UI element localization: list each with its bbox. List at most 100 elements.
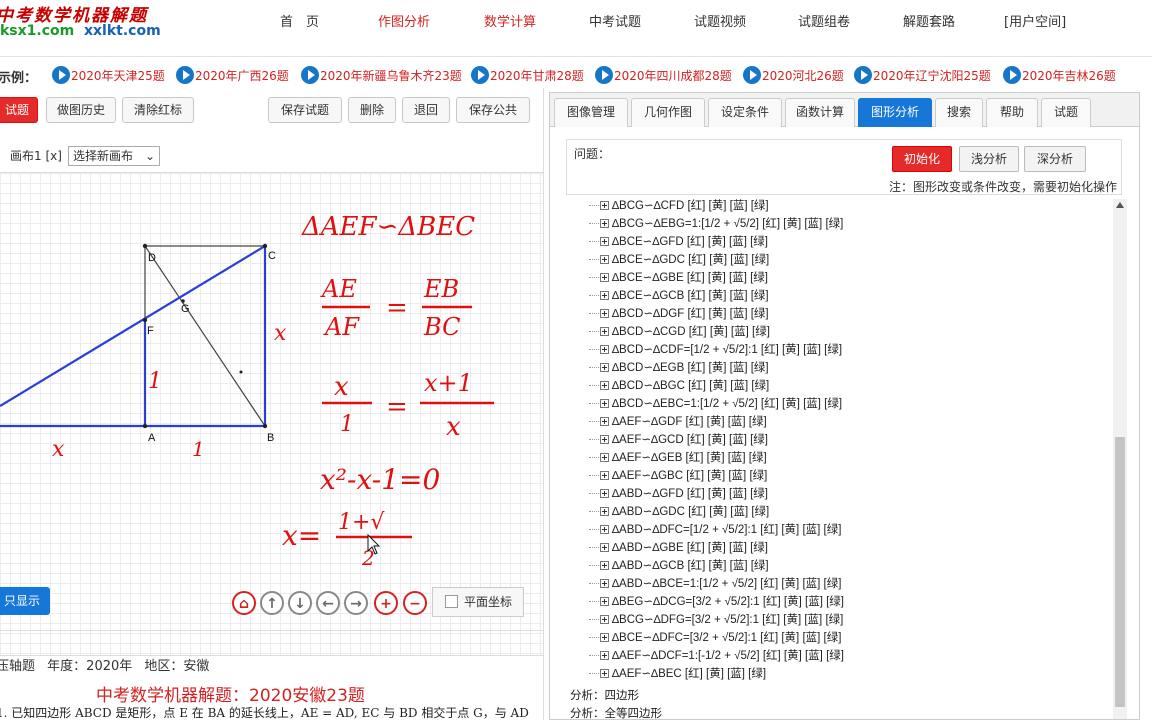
nav-exam-questions[interactable]: 中考试题 (589, 11, 641, 30)
clear-red-marks-button[interactable]: 清除红标 (122, 97, 194, 123)
tree-row[interactable]: ∆ABD∽∆GFD [红] [黄] [蓝] [绿] (570, 485, 768, 503)
right-icon[interactable]: → (344, 591, 368, 615)
tab-figure-analysis[interactable]: 图形分析 (858, 98, 932, 127)
back-button[interactable]: 退回 (402, 97, 450, 123)
tab-set-conditions[interactable]: 设定条件 (708, 98, 782, 127)
scroll-up-icon[interactable] (1116, 202, 1124, 208)
tree-row[interactable]: ∆AEF∽∆GDF [红] [黄] [蓝] [绿] (570, 413, 767, 431)
tree-row[interactable]: ∆ABD∽∆GBE [红] [黄] [蓝] [绿] (570, 539, 768, 557)
show-only-button[interactable]: 只显示 (0, 587, 50, 615)
example-link[interactable]: 2020年新疆乌鲁木齐23题 (301, 66, 462, 86)
tree-row[interactable]: ∆ABD∽∆DFC=[1/2 + √5/2]:1 [红] [黄] [蓝] [绿] (570, 521, 841, 539)
tree-row[interactable]: ∆BCD∽∆CGD [红] [黄] [蓝] [绿] (570, 323, 770, 341)
expand-icon[interactable] (600, 201, 609, 211)
save-public-button[interactable]: 保存公共 (456, 97, 530, 123)
up-icon[interactable]: ↑ (260, 591, 284, 615)
expand-icon[interactable] (600, 669, 609, 679)
test-button[interactable]: 试题 (0, 97, 38, 123)
tree-row[interactable]: ∆BCE∽∆GCB [红] [黄] [蓝] [绿] (570, 287, 769, 305)
tree-row[interactable]: ∆AEF∽∆DCF=1:[-1/2 + √5/2] [红] [黄] [蓝] [绿… (570, 647, 844, 665)
example-link[interactable]: 2020年天津25题 (52, 66, 165, 86)
tab-image-management[interactable]: 图像管理 (554, 98, 628, 127)
expand-icon[interactable] (600, 489, 609, 499)
example-link[interactable]: 2020年吉林26题 (1003, 66, 1116, 86)
left-icon[interactable]: ← (316, 591, 340, 615)
expand-icon[interactable] (600, 435, 609, 445)
tab-help[interactable]: 帮助 (986, 98, 1038, 127)
expand-icon[interactable] (600, 327, 609, 337)
expand-icon[interactable] (600, 543, 609, 553)
plane-coordinates-toggle[interactable]: 平面坐标 (432, 587, 524, 617)
expand-icon[interactable] (600, 561, 609, 571)
coordinates-checkbox[interactable] (445, 595, 458, 608)
tab-geometry-drawing[interactable]: 几何作图 (631, 98, 705, 127)
expand-icon[interactable] (600, 579, 609, 589)
tree-row[interactable]: ∆BCD∽∆DGF [红] [黄] [蓝] [绿] (570, 305, 769, 323)
deep-analysis-button[interactable]: 深分析 (1024, 146, 1086, 172)
tab-search[interactable]: 搜索 (935, 98, 983, 127)
example-link[interactable]: 2020河北26题 (743, 66, 844, 86)
tree-row[interactable]: ∆BCG∽∆DFG=[3/2 + √5/2]:1 [红] [黄] [蓝] [绿] (570, 611, 843, 629)
nav-user-space[interactable]: [用户空间] (1004, 11, 1066, 30)
expand-icon[interactable] (600, 633, 609, 643)
nav-drawing-analysis[interactable]: 作图分析 (378, 11, 430, 30)
tree-row[interactable]: ∆BCD∽∆EBC=1:[1/2 + √5/2] [红] [黄] [蓝] [绿] (570, 395, 842, 413)
tree-row[interactable]: ∆ABD∽∆GDC [红] [黄] [蓝] [绿] (570, 503, 769, 521)
initialize-button[interactable]: 初始化 (892, 146, 952, 172)
tree-group[interactable]: 分析：全等四边形 (570, 705, 662, 719)
expand-icon[interactable] (600, 219, 609, 229)
tree-row[interactable]: ∆BCE∽∆GBE [红] [黄] [蓝] [绿] (570, 269, 768, 287)
tree-row[interactable]: ∆ABD∽∆GCB [红] [黄] [蓝] [绿] (570, 557, 769, 575)
canvas-select[interactable]: 选择新画布 ⌄ (68, 146, 160, 166)
expand-icon[interactable] (600, 525, 609, 535)
example-link[interactable]: 2020年四川成都28题 (595, 66, 732, 86)
tree-row[interactable]: ∆BEG∽∆DCG=[3/2 + √5/2]:1 [红] [黄] [蓝] [绿] (570, 593, 844, 611)
canvas-tab[interactable]: 画布1 [x] (10, 146, 62, 166)
expand-icon[interactable] (600, 255, 609, 265)
expand-icon[interactable] (600, 363, 609, 373)
home-icon[interactable]: ⌂ (232, 591, 256, 615)
zoom-out-icon[interactable]: − (403, 591, 427, 615)
nav-solution-methods[interactable]: 解题套路 (903, 11, 955, 30)
expand-icon[interactable] (600, 291, 609, 301)
point-f[interactable] (142, 317, 148, 323)
expand-icon[interactable] (600, 237, 609, 247)
tree-row[interactable]: ∆BCD∽∆BGC [红] [黄] [蓝] [绿] (570, 377, 769, 395)
tree-row[interactable]: ∆BCE∽∆GDC [红] [黄] [蓝] [绿] (570, 251, 769, 269)
expand-icon[interactable] (600, 309, 609, 319)
expand-icon[interactable] (600, 399, 609, 409)
expand-icon[interactable] (600, 345, 609, 355)
expand-icon[interactable] (600, 651, 609, 661)
point-a[interactable] (142, 423, 148, 429)
expand-icon[interactable] (600, 417, 609, 427)
example-link[interactable]: 2020年甘肃28题 (471, 66, 584, 86)
nav-math-calc[interactable]: 数学计算 (484, 11, 536, 30)
point-d[interactable] (142, 243, 148, 249)
nav-compose-paper[interactable]: 试题组卷 (798, 11, 850, 30)
tree-row[interactable]: ∆AEF∽∆BEC [红] [黄] [蓝] [绿] (570, 665, 766, 683)
tree-row[interactable]: ∆BCE∽∆GFD [红] [黄] [蓝] [绿] (570, 233, 768, 251)
tree-row[interactable]: ∆BCG∽∆CFD [红] [黄] [蓝] [绿] (570, 197, 769, 215)
tree-group[interactable]: 分析：四边形 (570, 687, 639, 705)
down-icon[interactable]: ↓ (288, 591, 312, 615)
zoom-in-icon[interactable]: + (374, 591, 398, 615)
point-b[interactable] (262, 423, 268, 429)
tab-test[interactable]: 试题 (1041, 98, 1091, 127)
nav-home[interactable]: 首 页 (280, 11, 319, 30)
tree-row[interactable]: ∆BCD∽∆EGB [红] [黄] [蓝] [绿] (570, 359, 769, 377)
expand-icon[interactable] (600, 471, 609, 481)
example-link[interactable]: 2020年广西26题 (176, 66, 289, 86)
tree-row[interactable]: ∆BCE∽∆DFC=[3/2 + √5/2]:1 [红] [黄] [蓝] [绿] (570, 629, 841, 647)
tree-scrollbar[interactable] (1113, 199, 1127, 719)
expand-icon[interactable] (600, 453, 609, 463)
expand-icon[interactable] (600, 615, 609, 625)
draw-history-button[interactable]: 做图历史 (46, 97, 116, 123)
tree-row[interactable]: ∆BCG∽∆EBG=1:[1/2 + √5/2] [红] [黄] [蓝] [绿] (570, 215, 843, 233)
tree-row[interactable]: ∆AEF∽∆GBC [红] [黄] [蓝] [绿] (570, 467, 767, 485)
expand-icon[interactable] (600, 381, 609, 391)
example-link[interactable]: 2020年辽宁沈阳25题 (854, 66, 991, 86)
tree-row[interactable]: ∆ABD∽∆BCE=1:[1/2 + √5/2] [红] [黄] [蓝] [绿] (570, 575, 841, 593)
drawing-canvas[interactable]: D C G F A B ΔAEF∽ΔBEC x 1 x 1 AE AF = EB… (0, 172, 543, 656)
expand-icon[interactable] (600, 597, 609, 607)
nav-videos[interactable]: 试题视频 (694, 11, 746, 30)
